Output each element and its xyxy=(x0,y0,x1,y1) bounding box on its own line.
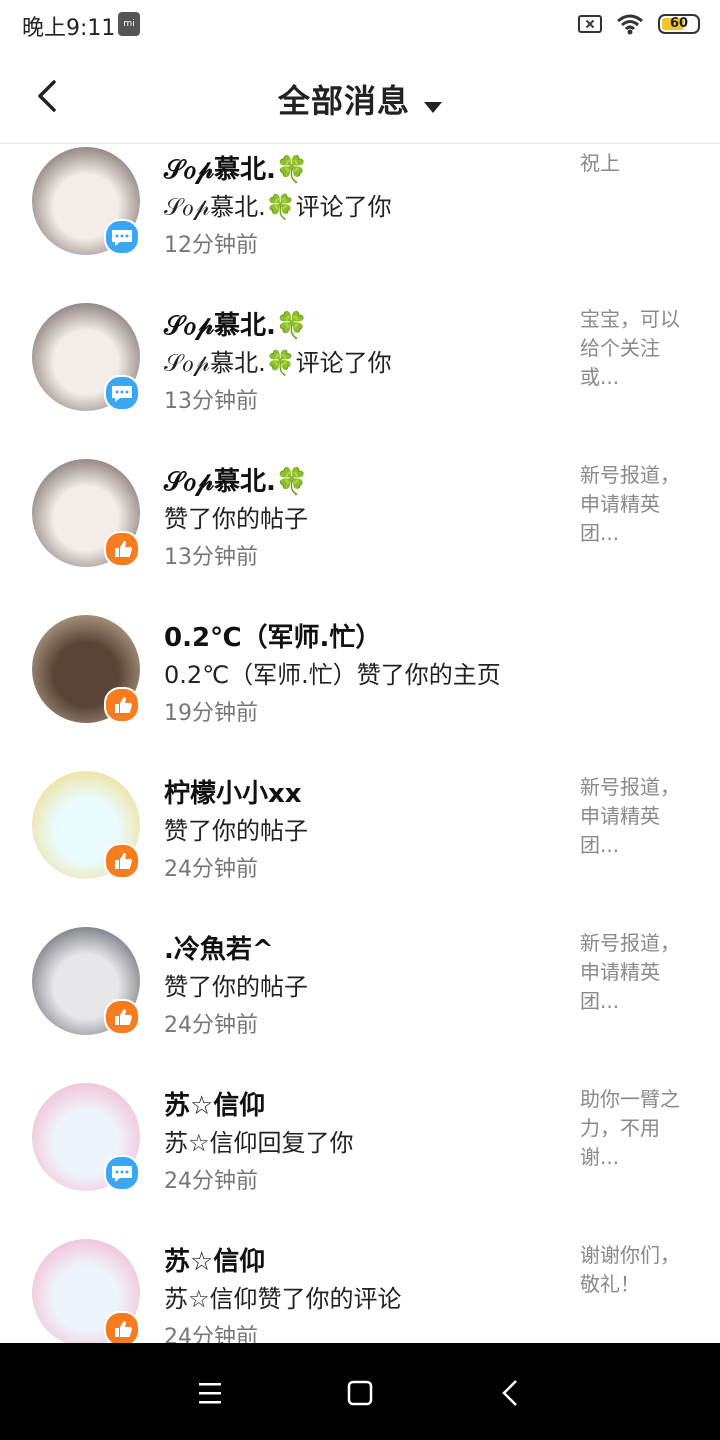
status-icons: 60 xyxy=(578,10,700,38)
home-icon[interactable] xyxy=(340,1373,380,1413)
message-filter-dropdown[interactable]: 全部消息 xyxy=(0,76,720,122)
notification-item[interactable]: 𝒮𝑜𝓅慕北.🍀 赞了你的帖子 13分钟前 新号报道，申请精英团... xyxy=(0,459,720,615)
notification-action: 𝒮𝑜𝓅慕北.🍀评论了你 xyxy=(164,349,392,377)
notification-action: 0.2℃（军师.忙）赞了你的主页 xyxy=(164,661,501,689)
user-name[interactable]: 𝒮𝑜𝓅慕北.🍀 xyxy=(164,149,308,186)
like-badge-icon xyxy=(104,687,140,723)
notification-item[interactable]: 𝒮𝑜𝓅慕北.🍀 𝒮𝑜𝓅慕北.🍀评论了你 13分钟前 宝宝，可以给个关注或... xyxy=(0,303,720,459)
user-name[interactable]: 苏☆信仰 xyxy=(164,1241,265,1278)
content-preview[interactable]: 谢谢你们，敬礼！ xyxy=(580,1241,690,1299)
notification-list[interactable]: 𝒮𝑜𝓅慕北.🍀 𝒮𝑜𝓅慕北.🍀评论了你 12分钟前 祝上 𝒮𝑜𝓅慕北.🍀 𝒮𝑜𝓅慕北.🍀评… xyxy=(0,143,720,1343)
notification-time: 24分钟前 xyxy=(164,1169,258,1194)
content-preview[interactable]: 祝上 xyxy=(580,149,690,178)
notification-item[interactable]: 苏☆信仰苏☆信仰赞了你的评论 24分钟前 谢谢你们，敬礼！ xyxy=(0,1239,720,1343)
battery-icon: 60 xyxy=(658,14,700,34)
notification-time: 24分钟前 xyxy=(164,1325,258,1343)
back-icon[interactable] xyxy=(492,1373,532,1413)
notification-action: 苏☆信仰回复了你 xyxy=(164,1129,354,1157)
notification-action: 苏☆信仰赞了你的评论 xyxy=(164,1285,402,1313)
notification-item[interactable]: 0.2℃（军师.忙） 0.2℃（军师.忙）赞了你的主页 19分钟前 xyxy=(0,615,720,771)
comment-badge-icon xyxy=(104,219,140,255)
user-name[interactable]: 0.2℃（军师.忙） xyxy=(164,617,381,654)
notification-action: 赞了你的帖子 xyxy=(164,505,308,533)
system-nav-bar xyxy=(0,1343,720,1440)
notification-time: 19分钟前 xyxy=(164,701,258,726)
mi-app-icon: mi xyxy=(118,12,140,36)
menu-icon[interactable] xyxy=(190,1373,230,1413)
notification-time: 13分钟前 xyxy=(164,389,258,414)
like-badge-icon xyxy=(104,1311,140,1343)
content-preview[interactable]: 宝宝，可以给个关注或... xyxy=(580,305,690,392)
like-badge-icon xyxy=(104,999,140,1035)
user-name[interactable]: 苏☆信仰 xyxy=(164,1085,265,1122)
content-preview[interactable]: 助你一臂之力，不用谢... xyxy=(580,1085,690,1172)
notification-item[interactable]: .冷魚若^ 赞了你的帖子 24分钟前 新号报道，申请精英团... xyxy=(0,927,720,1083)
notification-time: 12分钟前 xyxy=(164,233,258,258)
content-preview[interactable]: 新号报道，申请精英团... xyxy=(580,929,690,1016)
notification-time: 13分钟前 xyxy=(164,545,258,570)
notification-item[interactable]: 苏☆信仰苏☆信仰回复了你 24分钟前 助你一臂之力，不用谢... xyxy=(0,1083,720,1239)
battery-level: 60 xyxy=(669,16,689,31)
notification-action: 赞了你的帖子 xyxy=(164,973,308,1001)
top-app-bar: 全部消息 xyxy=(0,50,720,144)
user-name[interactable]: 𝒮𝑜𝓅慕北.🍀 xyxy=(164,461,308,498)
notification-action: 赞了你的帖子 xyxy=(164,817,308,845)
notification-time: 24分钟前 xyxy=(164,1013,258,1038)
caret-down-icon xyxy=(424,102,442,113)
like-badge-icon xyxy=(104,843,140,879)
comment-badge-icon xyxy=(104,375,140,411)
no-sim-icon xyxy=(578,15,602,33)
notification-item[interactable]: 𝒮𝑜𝓅慕北.🍀 𝒮𝑜𝓅慕北.🍀评论了你 12分钟前 祝上 xyxy=(0,147,720,303)
comment-badge-icon xyxy=(104,1155,140,1191)
page-title: 全部消息 xyxy=(277,82,410,120)
like-badge-icon xyxy=(104,531,140,567)
user-name[interactable]: 柠檬小小xx xyxy=(164,773,302,810)
notification-action: 𝒮𝑜𝓅慕北.🍀评论了你 xyxy=(164,193,392,221)
notification-item[interactable]: 柠檬小小xx 赞了你的帖子 24分钟前 新号报道，申请精英团... xyxy=(0,771,720,927)
user-name[interactable]: .冷魚若^ xyxy=(164,929,274,966)
status-bar: 晚上9:11 mi 60 xyxy=(0,0,720,50)
user-name[interactable]: 𝒮𝑜𝓅慕北.🍀 xyxy=(164,305,308,342)
wifi-icon xyxy=(617,14,643,35)
content-preview[interactable]: 新号报道，申请精英团... xyxy=(580,773,690,860)
notification-time: 24分钟前 xyxy=(164,857,258,882)
status-time: 晚上9:11 xyxy=(22,16,116,41)
content-preview[interactable]: 新号报道，申请精英团... xyxy=(580,461,690,548)
